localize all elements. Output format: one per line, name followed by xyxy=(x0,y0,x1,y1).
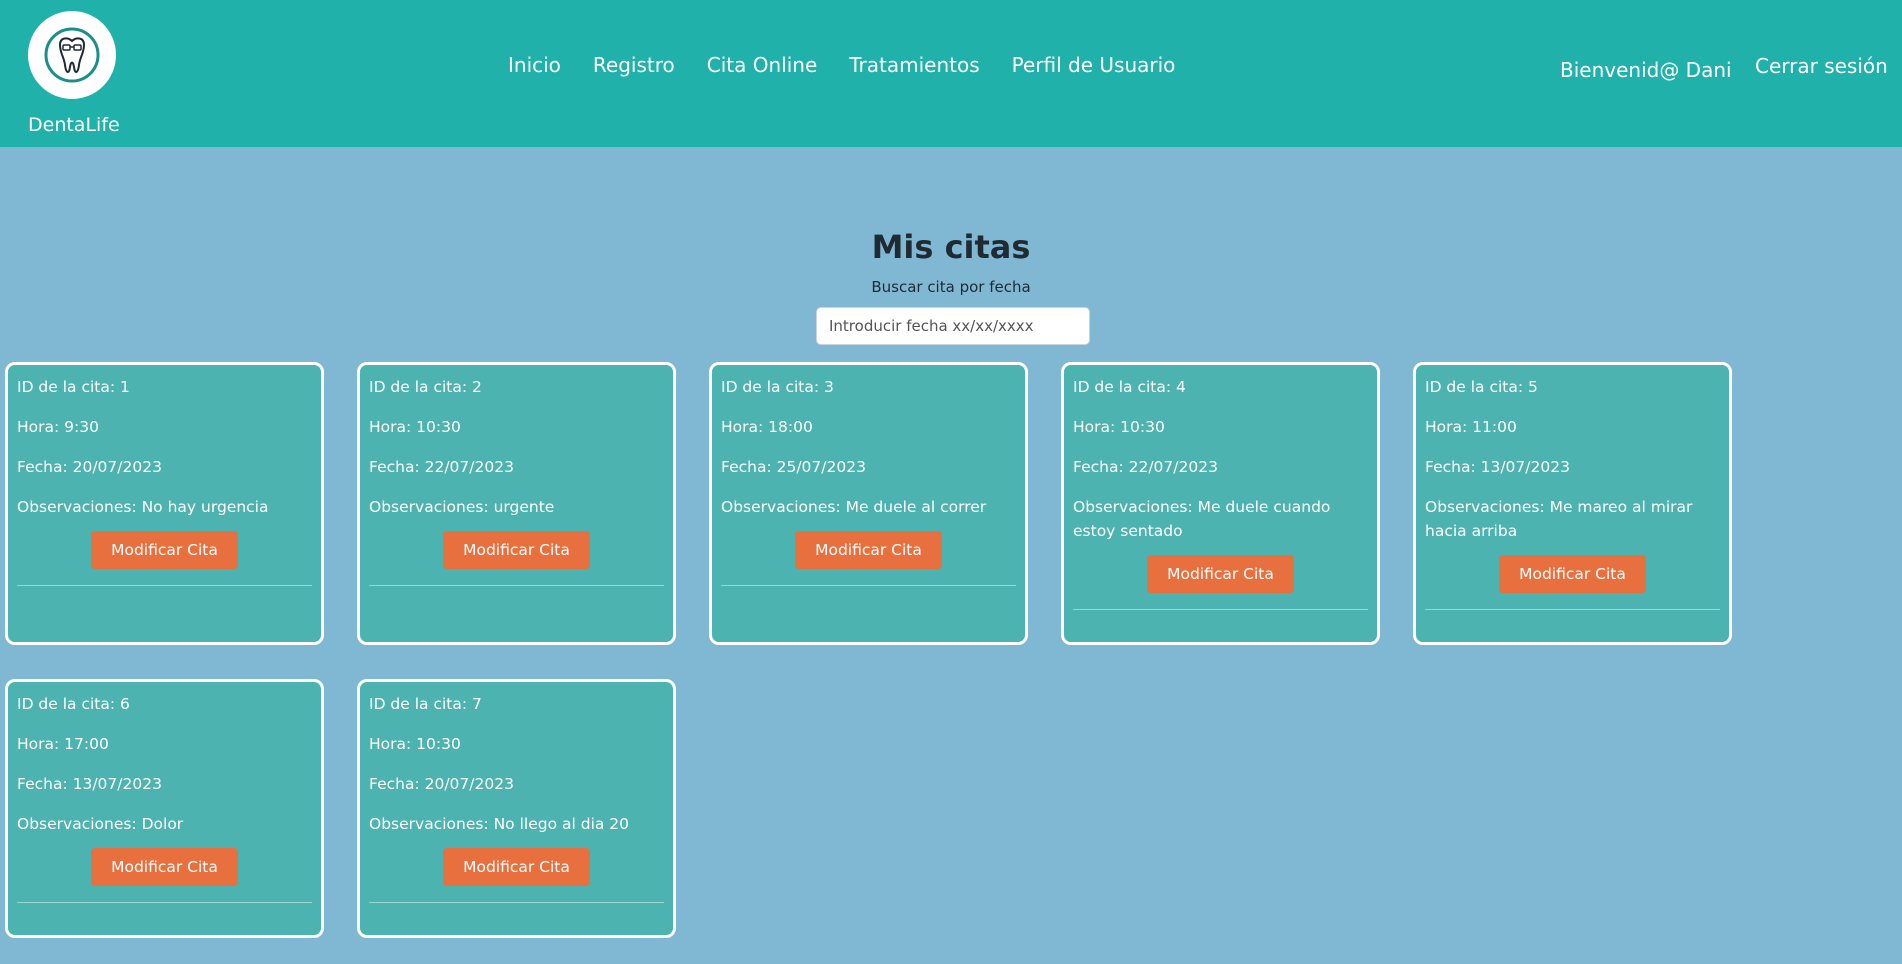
appointment-observaciones: Observaciones: No llego al dia 20 xyxy=(369,815,630,833)
card-divider xyxy=(721,585,1016,586)
appointment-observaciones: Observaciones: Me duele al correr xyxy=(721,498,987,516)
appointment-observaciones: Observaciones: No hay urgencia xyxy=(17,498,269,516)
nav-link-cita-online[interactable]: Cita Online xyxy=(707,53,818,77)
search-label: Buscar cita por fecha xyxy=(871,278,1031,296)
modify-appointment-button[interactable]: Modificar Cita xyxy=(795,531,942,569)
appointment-hora: Hora: 11:00 xyxy=(1425,418,1517,436)
logout-link[interactable]: Cerrar sesión xyxy=(1755,54,1888,78)
appointment-id: ID de la cita: 7 xyxy=(369,695,482,713)
modify-appointment-button[interactable]: Modificar Cita xyxy=(1499,555,1646,593)
appointment-id: ID de la cita: 1 xyxy=(17,378,130,396)
appointment-id: ID de la cita: 3 xyxy=(721,378,834,396)
appointment-card: ID de la cita: 1 Hora: 9:30 Fecha: 20/07… xyxy=(5,362,324,645)
date-search-input[interactable] xyxy=(816,307,1090,345)
appointment-fecha: Fecha: 20/07/2023 xyxy=(369,775,514,793)
brand-name: DentaLife xyxy=(28,114,120,136)
card-divider xyxy=(1073,609,1368,610)
appointment-card: ID de la cita: 5 Hora: 11:00 Fecha: 13/0… xyxy=(1413,362,1732,645)
appointment-id: ID de la cita: 4 xyxy=(1073,378,1186,396)
card-divider xyxy=(17,585,312,586)
appointment-hora: Hora: 10:30 xyxy=(369,418,461,436)
appointment-fecha: Fecha: 20/07/2023 xyxy=(17,458,162,476)
appointment-fecha: Fecha: 25/07/2023 xyxy=(721,458,866,476)
appointment-card: ID de la cita: 7 Hora: 10:30 Fecha: 20/0… xyxy=(357,679,676,938)
nav-link-registro[interactable]: Registro xyxy=(593,53,675,77)
appointment-hora: Hora: 10:30 xyxy=(1073,418,1165,436)
appointment-hora: Hora: 17:00 xyxy=(17,735,109,753)
appointment-card: ID de la cita: 3 Hora: 18:00 Fecha: 25/0… xyxy=(709,362,1028,645)
appointment-observaciones: Observaciones: urgente xyxy=(369,498,555,516)
modify-appointment-button[interactable]: Modificar Cita xyxy=(443,848,590,886)
appointment-observaciones: Observaciones: Me mareo al mirar hacia a… xyxy=(1425,498,1693,540)
nav-link-perfil-usuario[interactable]: Perfil de Usuario xyxy=(1012,53,1176,77)
appointment-hora: Hora: 9:30 xyxy=(17,418,99,436)
modify-appointment-button[interactable]: Modificar Cita xyxy=(91,531,238,569)
appointment-id: ID de la cita: 5 xyxy=(1425,378,1538,396)
modify-appointment-button[interactable]: Modificar Cita xyxy=(443,531,590,569)
appointment-fecha: Fecha: 13/07/2023 xyxy=(1425,458,1570,476)
appointment-fecha: Fecha: 22/07/2023 xyxy=(369,458,514,476)
modify-appointment-button[interactable]: Modificar Cita xyxy=(1147,555,1294,593)
appointment-hora: Hora: 10:30 xyxy=(369,735,461,753)
tooth-logo-icon[interactable] xyxy=(28,11,116,99)
appointment-card: ID de la cita: 4 Hora: 10:30 Fecha: 22/0… xyxy=(1061,362,1380,645)
modify-appointment-button[interactable]: Modificar Cita xyxy=(91,848,238,886)
appointment-observaciones: Observaciones: Dolor xyxy=(17,815,184,833)
card-divider xyxy=(369,902,664,903)
welcome-message: Bienvenid@ Dani xyxy=(1560,58,1732,82)
page-title: Mis citas xyxy=(871,228,1031,266)
card-divider xyxy=(1425,609,1720,610)
card-divider xyxy=(369,585,664,586)
nav-link-tratamientos[interactable]: Tratamientos xyxy=(849,53,979,77)
nav-link-inicio[interactable]: Inicio xyxy=(508,53,561,77)
appointment-hora: Hora: 18:00 xyxy=(721,418,813,436)
appointment-id: ID de la cita: 2 xyxy=(369,378,482,396)
main-nav: Inicio Registro Cita Online Tratamientos… xyxy=(508,53,1175,77)
appointment-card: ID de la cita: 6 Hora: 17:00 Fecha: 13/0… xyxy=(5,679,324,938)
appointment-fecha: Fecha: 13/07/2023 xyxy=(17,775,162,793)
appointment-card: ID de la cita: 2 Hora: 10:30 Fecha: 22/0… xyxy=(357,362,676,645)
appointment-fecha: Fecha: 22/07/2023 xyxy=(1073,458,1218,476)
card-divider xyxy=(17,902,312,903)
appointment-id: ID de la cita: 6 xyxy=(17,695,130,713)
navbar: DentaLife Inicio Registro Cita Online Tr… xyxy=(0,0,1902,147)
appointment-observaciones: Observaciones: Me duele cuando estoy sen… xyxy=(1073,498,1331,540)
